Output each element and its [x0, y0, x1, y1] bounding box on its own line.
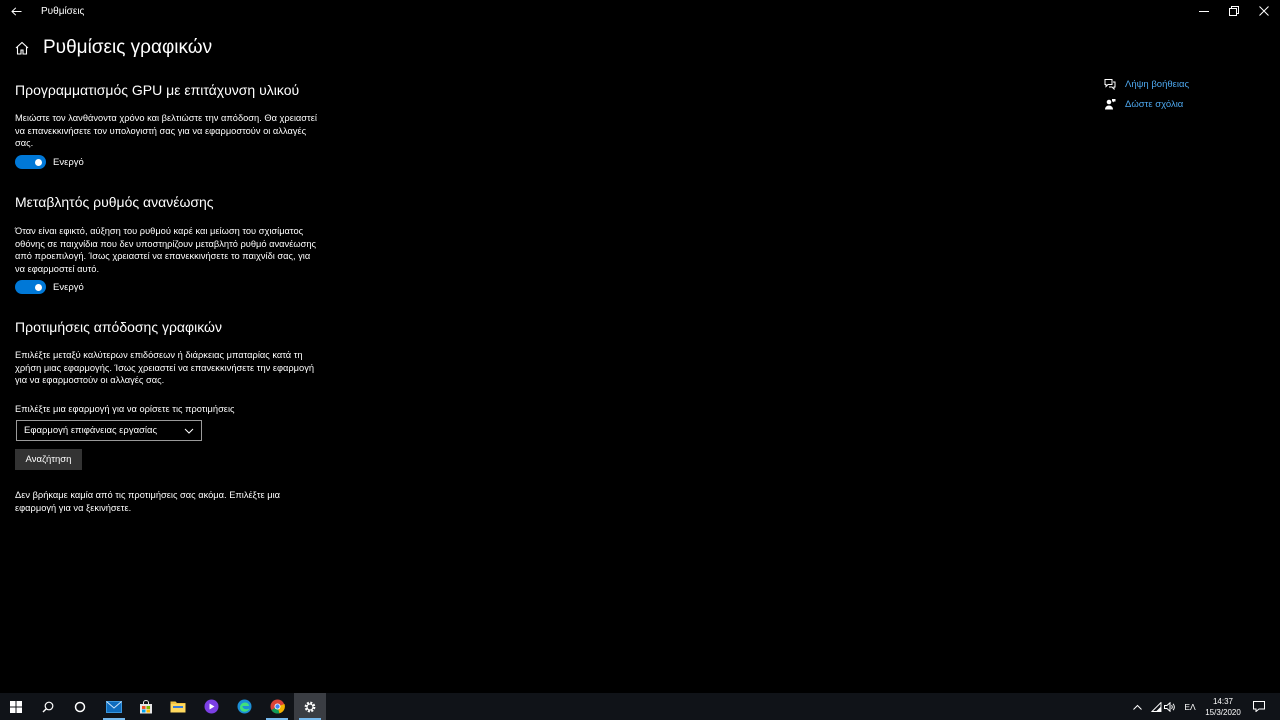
clock-time: 14:37 [1212, 697, 1234, 706]
get-help-label: Λήψη βοήθειας [1125, 78, 1190, 90]
variable-refresh-toggle[interactable] [15, 280, 46, 294]
wifi-icon [1150, 701, 1161, 712]
get-help-link[interactable]: Λήψη βοήθειας [1104, 77, 1189, 91]
variable-refresh-toggle-row: Ενεργό [15, 280, 84, 294]
settings-app[interactable] [294, 693, 326, 720]
file-explorer-app[interactable] [162, 693, 194, 720]
action-center-button[interactable] [1251, 693, 1267, 720]
give-feedback-link[interactable]: Δώστε σχόλια [1104, 97, 1183, 111]
volume-button[interactable] [1163, 693, 1177, 720]
network-button[interactable] [1149, 693, 1163, 720]
gpu-scheduling-heading: Προγραμματισμός GPU με επιτάχυνση υλικού [15, 82, 300, 98]
gear-icon [304, 701, 316, 712]
restore-button[interactable] [1218, 0, 1250, 22]
mail-app[interactable] [98, 693, 130, 720]
search-icon [42, 701, 54, 712]
chevron-down-icon [184, 428, 194, 434]
chevron-up-icon [1132, 704, 1142, 710]
gpu-scheduling-toggle[interactable] [15, 155, 46, 169]
gpu-scheduling-toggle-row: Ενεργό [15, 155, 84, 169]
search-button[interactable]: Αναζήτηση [15, 449, 82, 470]
media-app[interactable] [195, 693, 227, 720]
tray-overflow-button[interactable] [1130, 693, 1144, 720]
variable-refresh-toggle-label: Ενεργό [53, 281, 84, 293]
notification-icon [1253, 701, 1265, 712]
edge-app[interactable] [228, 693, 260, 720]
store-app[interactable] [130, 693, 162, 720]
chrome-browser-icon [270, 699, 285, 714]
cortana-button[interactable] [64, 693, 96, 720]
help-chat-icon [1104, 79, 1116, 90]
app-type-select[interactable]: Εφαρμογή επιφάνειας εργασίας [16, 420, 202, 441]
give-feedback-label: Δώστε σχόλια [1125, 98, 1184, 110]
toggle-knob [35, 283, 42, 291]
app-select-label: Επιλέξτε μια εφαρμογή για να ορίσετε τις… [15, 404, 235, 414]
store-icon [140, 699, 152, 713]
start-button[interactable] [0, 693, 32, 720]
variable-refresh-description: Όταν είναι εφικτό, αύξηση του ρυθμού καρ… [15, 226, 316, 274]
feedback-icon [1105, 99, 1116, 110]
windows-logo-icon [10, 700, 22, 713]
language-indicator[interactable]: ΕΛ [1180, 693, 1200, 720]
graphics-perf-heading: Προτιμήσεις απόδοσης γραφικών [15, 319, 222, 335]
folder-icon [170, 701, 186, 713]
cortana-circle-icon [74, 701, 86, 712]
chrome-app[interactable] [261, 693, 293, 720]
edge-browser-icon [237, 699, 251, 714]
graphics-perf-description: Επιλέξτε μεταξύ καλύτερων επιδόσεων ή δι… [15, 350, 315, 385]
toggle-knob [35, 158, 42, 166]
home-icon[interactable] [14, 40, 30, 56]
minimize-button[interactable] [1188, 0, 1220, 22]
gpu-scheduling-description: Μειώστε τον λανθάνοντα χρόνο και βελτιώσ… [15, 113, 317, 148]
clock-date: 15/3/2020 [1205, 708, 1241, 717]
variable-refresh-heading: Μεταβλητός ρυθμός ανανέωσης [15, 194, 214, 210]
speaker-icon [1164, 701, 1175, 712]
page-title: Ρυθμίσεις γραφικών [43, 37, 213, 58]
back-arrow-icon[interactable] [7, 2, 25, 20]
title-bar: Ρυθμίσεις [0, 0, 1280, 22]
close-button[interactable] [1248, 0, 1280, 22]
taskbar-search-button[interactable] [32, 693, 64, 720]
media-player-icon [204, 699, 218, 714]
window-title: Ρυθμίσεις [41, 6, 85, 17]
gpu-scheduling-toggle-label: Ενεργό [53, 156, 84, 168]
taskbar: ΕΛ 14:37 15/3/2020 [0, 693, 1280, 720]
mail-icon [106, 700, 122, 713]
app-type-select-value: Εφαρμογή επιφάνειας εργασίας [24, 425, 158, 436]
empty-preferences-message: Δεν βρήκαμε καμία από τις προτιμήσεις σα… [15, 490, 281, 513]
taskbar-clock[interactable]: 14:37 15/3/2020 [1200, 696, 1246, 718]
